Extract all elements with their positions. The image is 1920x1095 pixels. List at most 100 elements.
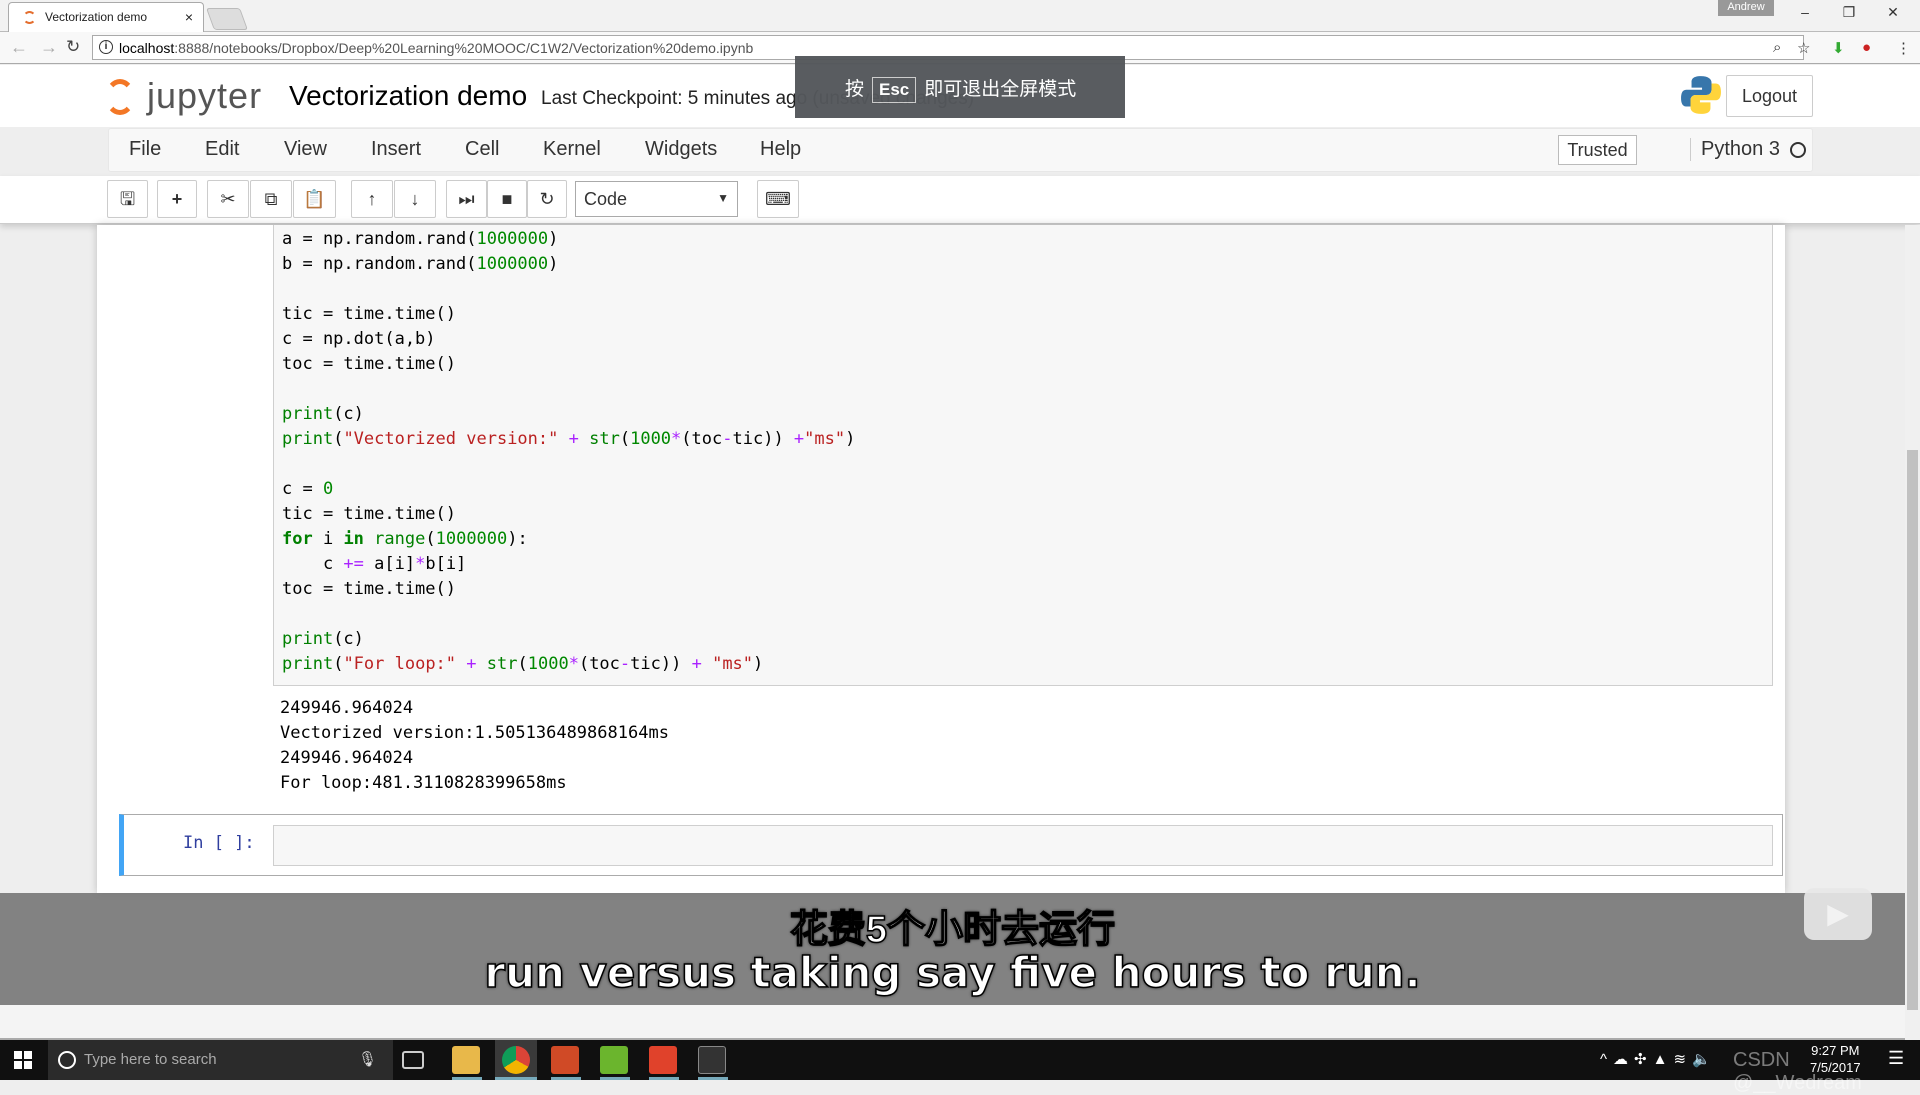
output-line: 249946.964024 bbox=[280, 698, 414, 718]
file-explorer-icon[interactable] bbox=[452, 1046, 480, 1074]
stop-icon: ■ bbox=[501, 189, 513, 209]
notebook-title[interactable]: Vectorization demo bbox=[289, 80, 527, 112]
output-line: For loop:481.3110828399658ms bbox=[280, 773, 567, 793]
code-line: c += a[i]*b[i] bbox=[282, 552, 855, 577]
empty-cell-input[interactable] bbox=[273, 825, 1773, 866]
info-icon[interactable]: i bbox=[99, 40, 113, 54]
code-line: for i in range(1000000): bbox=[282, 527, 855, 552]
code-token: "ms" bbox=[712, 654, 754, 674]
chrome-icon[interactable] bbox=[502, 1046, 530, 1074]
menu-kernel[interactable]: Kernel bbox=[543, 138, 601, 161]
microphone-icon[interactable]: 🎙 bbox=[358, 1050, 377, 1068]
code-token: range bbox=[374, 529, 426, 549]
terminal-icon[interactable] bbox=[698, 1046, 726, 1074]
kernel-name[interactable]: Python 3 bbox=[1690, 138, 1780, 161]
powerpoint-icon[interactable] bbox=[551, 1046, 579, 1074]
code-editor[interactable]: a = np.random.rand(1000000) b = np.random… bbox=[282, 227, 855, 677]
close-tab-icon[interactable]: × bbox=[185, 9, 193, 25]
input-prompt: In [ ]: bbox=[183, 833, 255, 853]
taskbar-search[interactable]: Type here to search 🎙 bbox=[48, 1040, 393, 1080]
command-palette-button[interactable]: ⌨ bbox=[757, 180, 799, 218]
adblock-icon[interactable]: ● bbox=[1862, 39, 1871, 56]
cortana-icon bbox=[58, 1051, 76, 1069]
restart-button[interactable]: ↻ bbox=[527, 180, 567, 218]
menu-file[interactable]: File bbox=[129, 138, 161, 161]
url-path: :8888/notebooks/Dropbox/Deep%20Learning%… bbox=[174, 40, 754, 56]
code-token: ) bbox=[845, 429, 856, 449]
code-token: c = bbox=[282, 479, 323, 499]
cut-button[interactable]: ✂ bbox=[207, 180, 249, 218]
subtitle-chinese: 花费5个小时去运行 bbox=[789, 908, 1116, 952]
insert-cell-button[interactable]: + bbox=[157, 180, 197, 218]
logout-button[interactable]: Logout bbox=[1726, 75, 1813, 117]
video-play-icon[interactable]: ▶ bbox=[1804, 888, 1872, 940]
extension-icon[interactable]: ⬇ bbox=[1832, 39, 1845, 57]
move-down-button[interactable]: ↓ bbox=[394, 180, 436, 218]
move-up-button[interactable]: ↑ bbox=[351, 180, 393, 218]
code-token: tic = time.time() bbox=[282, 304, 456, 324]
notifications-icon[interactable]: ☰ bbox=[1888, 1048, 1904, 1069]
taskbar-clock[interactable]: 9:27 PM 7/5/2017 bbox=[1810, 1042, 1861, 1076]
notice-pre: 按 bbox=[845, 79, 865, 100]
cell-type-select[interactable]: Code ▼ bbox=[575, 181, 738, 217]
menu-help[interactable]: Help bbox=[760, 138, 801, 161]
menu-edit[interactable]: Edit bbox=[205, 138, 239, 161]
code-token: for bbox=[282, 529, 313, 549]
code-token: + bbox=[793, 429, 805, 449]
keyboard-icon: ⌨ bbox=[765, 189, 791, 209]
code-token: print bbox=[282, 629, 334, 649]
interrupt-button[interactable]: ■ bbox=[487, 180, 527, 218]
search-placeholder: Type here to search bbox=[84, 1051, 217, 1068]
paste-icon: 📋 bbox=[303, 189, 326, 209]
tab-title: Vectorization demo bbox=[45, 10, 148, 24]
restore-button[interactable]: ❐ bbox=[1834, 4, 1864, 21]
zoom-icon[interactable]: ⌕ bbox=[1773, 39, 1781, 56]
bookmark-star-icon[interactable]: ☆ bbox=[1797, 39, 1810, 57]
task-view-icon[interactable] bbox=[402, 1051, 424, 1069]
recorder-icon[interactable] bbox=[649, 1046, 677, 1074]
trusted-badge[interactable]: Trusted bbox=[1558, 135, 1637, 165]
close-window-button[interactable]: ✕ bbox=[1878, 4, 1908, 21]
code-token: ): bbox=[507, 529, 528, 549]
back-forward-icons[interactable]: ←→ bbox=[10, 37, 70, 58]
menu-cell[interactable]: Cell bbox=[465, 138, 499, 161]
browser-tab-bar bbox=[0, 0, 1920, 32]
jupyter-logo[interactable]: jupyter bbox=[103, 75, 268, 119]
copy-button[interactable]: ⧉ bbox=[250, 180, 292, 218]
windows-start-icon[interactable] bbox=[14, 1051, 32, 1069]
code-token: "For loop:" bbox=[343, 654, 457, 674]
code-token: + bbox=[568, 429, 579, 449]
minimize-button[interactable]: – bbox=[1790, 4, 1820, 20]
browser-user[interactable]: Andrew bbox=[1718, 0, 1774, 16]
scrollbar-thumb[interactable] bbox=[1907, 450, 1918, 1010]
code-line: tic = time.time() bbox=[282, 302, 855, 327]
code-token: 1000 bbox=[527, 654, 569, 674]
code-token: c = np.dot(a,b) bbox=[282, 329, 436, 349]
camtasia-icon[interactable] bbox=[600, 1046, 628, 1074]
browser-tab[interactable]: Vectorization demo × bbox=[8, 2, 204, 32]
save-icon: 🖫 bbox=[119, 189, 136, 209]
menu-kebab-icon[interactable]: ⋮ bbox=[1896, 39, 1911, 57]
code-token: (toc bbox=[578, 654, 620, 674]
menu-widgets[interactable]: Widgets bbox=[645, 138, 717, 161]
reload-icon[interactable]: ↻ bbox=[66, 37, 80, 57]
code-line: toc = time.time() bbox=[282, 577, 855, 602]
paste-button[interactable]: 📋 bbox=[293, 180, 336, 218]
code-token: "Vectorized version:" bbox=[343, 429, 559, 449]
save-button[interactable]: 🖫 bbox=[107, 180, 148, 218]
menu-insert[interactable]: Insert bbox=[371, 138, 421, 161]
esc-key: Esc bbox=[872, 77, 917, 103]
code-line: a = np.random.rand(1000000) bbox=[282, 227, 855, 252]
system-tray-icons[interactable]: ^☁✣▲≋🔈 bbox=[1600, 1050, 1717, 1068]
code-token: b = np.random.rand( bbox=[282, 254, 477, 274]
menu-view[interactable]: View bbox=[284, 138, 327, 161]
run-button[interactable]: ⏭ bbox=[446, 180, 487, 218]
jupyter-logo-icon bbox=[105, 79, 135, 115]
code-token: * bbox=[415, 554, 426, 574]
